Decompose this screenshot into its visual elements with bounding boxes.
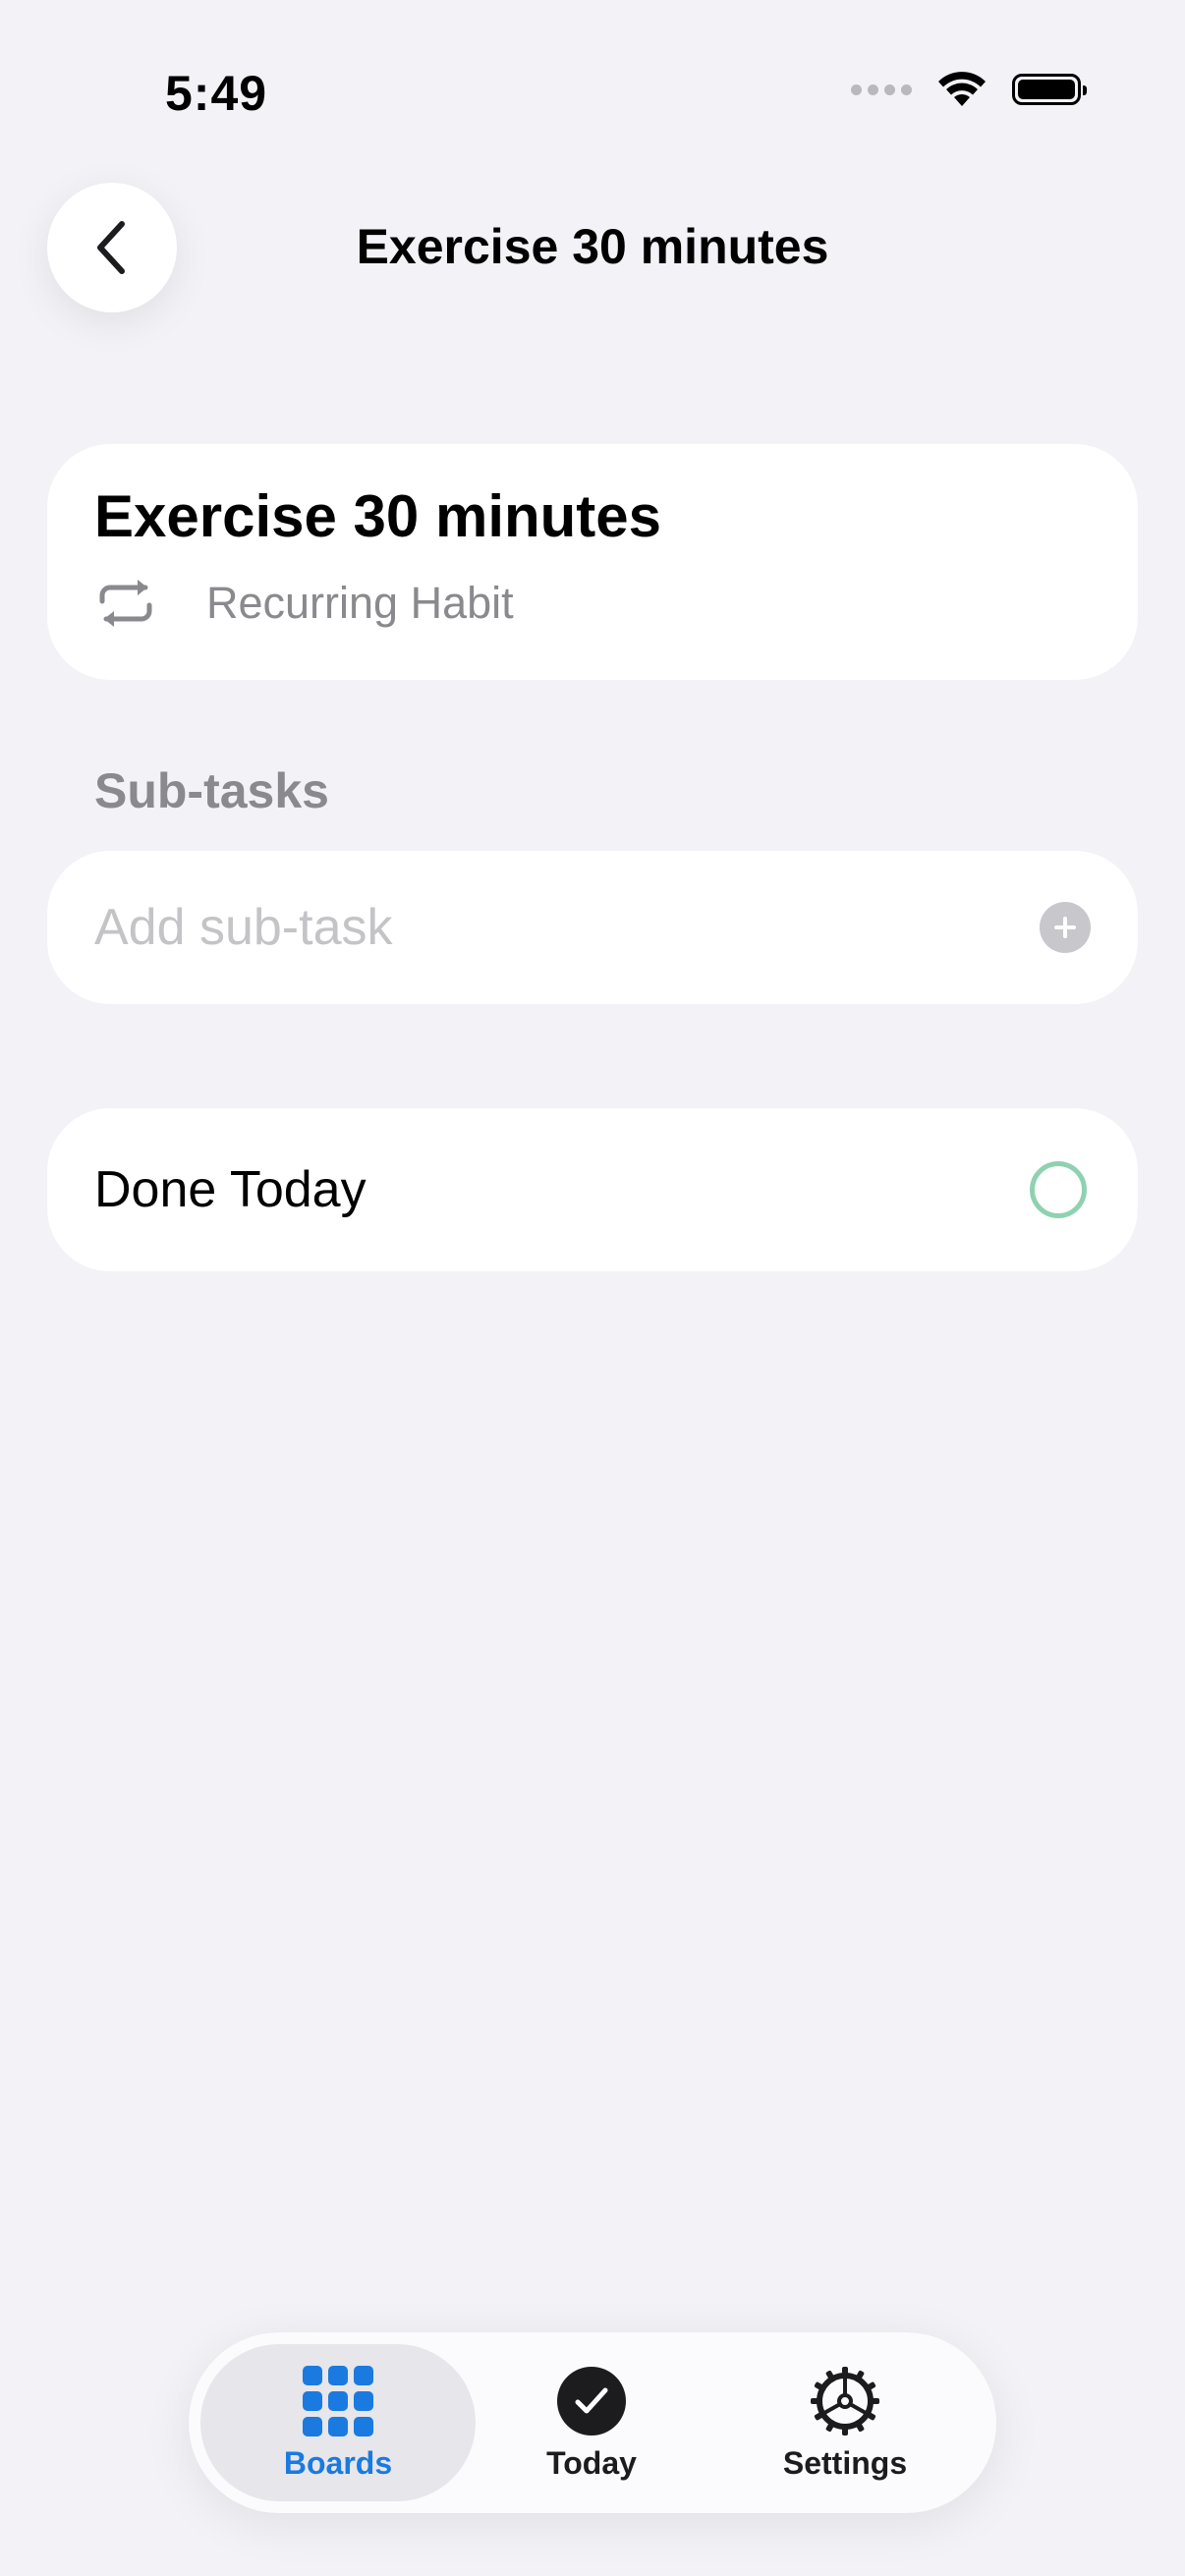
tab-settings-label: Settings — [782, 2444, 908, 2481]
cellular-signal-icon — [851, 84, 912, 95]
status-icons — [851, 71, 1087, 108]
add-subtask-row — [47, 851, 1138, 1004]
battery-icon — [1012, 74, 1087, 105]
add-subtask-input[interactable] — [94, 898, 979, 957]
habit-type-label: Recurring Habit — [206, 578, 514, 628]
habit-title: Exercise 30 minutes — [94, 483, 662, 549]
done-today-label: Done Today — [94, 1161, 367, 1218]
done-today-checkbox[interactable] — [1030, 1161, 1087, 1218]
habit-type: Recurring Habit — [94, 578, 1091, 629]
wifi-icon — [938, 72, 986, 106]
gear-icon — [811, 2366, 879, 2436]
tab-bar: Boards Today Settings — [189, 2332, 996, 2513]
repeat-icon — [99, 580, 152, 627]
subtasks-section-label: Sub-tasks — [94, 763, 329, 818]
grid-icon — [303, 2365, 373, 2436]
done-today-row[interactable]: Done Today — [47, 1108, 1138, 1271]
tab-boards[interactable]: Boards — [200, 2344, 476, 2501]
page-title: Exercise 30 minutes — [356, 219, 829, 274]
habit-header-card: Exercise 30 minutes Recurring Habit — [47, 444, 1138, 680]
plus-icon — [1054, 917, 1076, 938]
tab-boards-label: Boards — [283, 2444, 393, 2481]
tab-today[interactable]: Today — [454, 2344, 729, 2501]
status-time: 5:49 — [165, 66, 268, 121]
tab-today-label: Today — [546, 2444, 637, 2481]
tab-settings[interactable]: Settings — [707, 2344, 983, 2501]
add-subtask-button[interactable] — [1040, 902, 1091, 953]
checkmark-circle-icon — [557, 2366, 626, 2436]
